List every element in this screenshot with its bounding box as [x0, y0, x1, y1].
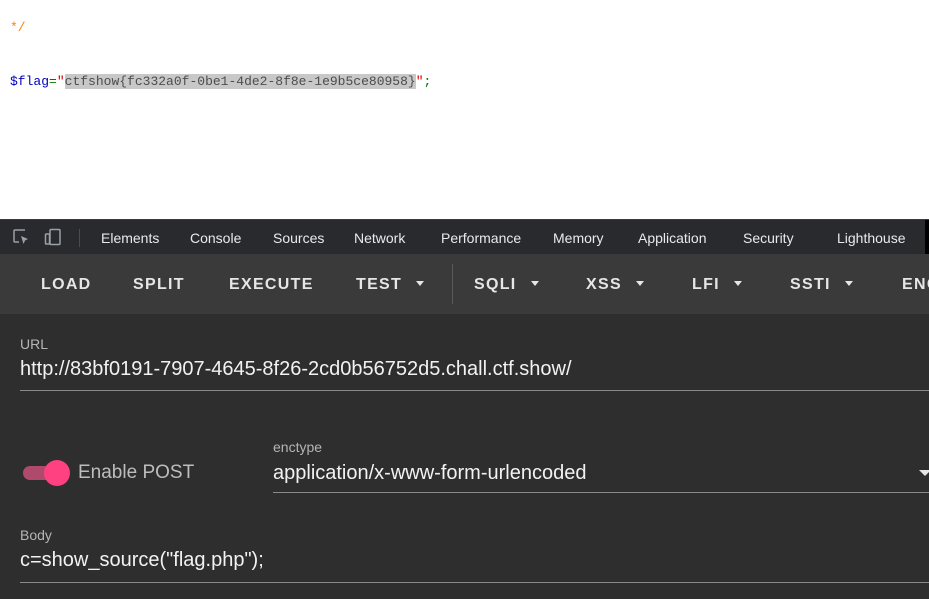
tab-elements[interactable]: Elements [101, 220, 159, 254]
url-underline [20, 390, 929, 391]
split-button-label: SPLIT [133, 276, 185, 293]
ssti-menu-label: SSTI [790, 276, 831, 293]
tab-memory[interactable]: Memory [553, 220, 604, 254]
url-input[interactable]: http://83bf0191-7907-4645-8f26-2cd0b5675… [20, 358, 572, 381]
load-button[interactable]: LOAD [41, 254, 92, 314]
url-label: URL [20, 336, 49, 352]
inspect-element-icon[interactable] [12, 228, 30, 246]
caret-down-icon [635, 281, 644, 286]
tab-lighthouse[interactable]: Lighthouse [837, 220, 906, 254]
tab-sources[interactable]: Sources [273, 220, 324, 254]
execute-button[interactable]: EXECUTE [229, 254, 314, 314]
caret-down-icon [733, 281, 742, 286]
caret-down-icon [530, 281, 539, 286]
split-button[interactable]: SPLIT [133, 254, 185, 314]
body-underline [20, 582, 929, 583]
enc-menu-label: ENC [902, 276, 929, 293]
caret-down-icon [416, 281, 425, 286]
tab-security[interactable]: Security [743, 220, 794, 254]
enctype-select[interactable]: application/x-www-form-urlencoded [273, 462, 586, 485]
source-comment-close: */ [10, 20, 26, 35]
flag-variable: $flag [10, 74, 50, 89]
toolbar-divider [452, 264, 453, 304]
tab-network[interactable]: Network [354, 220, 405, 254]
caret-down-icon [844, 281, 853, 286]
enctype-label: enctype [273, 439, 323, 455]
quote-open: " [56, 74, 65, 89]
toolbar-divider [79, 229, 80, 247]
flag-value-selected[interactable]: ctfshow{fc332a0f-0be1-4de2-8f8e-1e9b5ce8… [64, 74, 416, 89]
statement-semicolon: ; [423, 74, 432, 89]
page-source-view: */ $flag="ctfshow{fc332a0f-0be1-4de2-8f8… [0, 0, 929, 219]
test-menu-label: TEST [356, 276, 403, 293]
xss-menu-label: XSS [586, 276, 622, 293]
tab-application[interactable]: Application [638, 220, 707, 254]
load-button-label: LOAD [41, 276, 92, 293]
body-input[interactable]: c=show_source("flag.php"); [20, 549, 264, 572]
enable-post-toggle[interactable] [22, 460, 70, 486]
lfi-menu-label: LFI [692, 276, 720, 293]
test-menu-button[interactable]: TEST [356, 254, 425, 314]
device-toolbar-icon[interactable] [44, 228, 62, 246]
body-label: Body [20, 527, 52, 543]
enable-post-label[interactable]: Enable POST [78, 462, 194, 484]
sqli-menu-label: SQLI [474, 276, 517, 293]
enc-menu-button[interactable]: ENC [902, 254, 929, 314]
enctype-underline [273, 492, 929, 493]
sqli-menu-button[interactable]: SQLI [474, 254, 539, 314]
lfi-menu-button[interactable]: LFI [692, 254, 742, 314]
tab-performance[interactable]: Performance [441, 220, 521, 254]
tab-bar-overflow-edge [925, 220, 929, 254]
execute-button-label: EXECUTE [229, 276, 314, 293]
assign-operator: = [49, 74, 57, 89]
tab-console[interactable]: Console [190, 220, 241, 254]
flag-source-line: $flag="ctfshow{fc332a0f-0be1-4de2-8f8e-1… [10, 74, 431, 89]
dropdown-arrow-icon[interactable] [919, 470, 929, 476]
toggle-thumb [44, 460, 70, 486]
hackbar-panel: URL http://83bf0191-7907-4645-8f26-2cd0b… [0, 314, 929, 599]
hackbar-toolbar: LOAD SPLIT EXECUTE TEST SQLI XSS LFI SST… [0, 254, 929, 314]
devtools-tab-bar: Elements Console Sources Network Perform… [0, 219, 929, 254]
ssti-menu-button[interactable]: SSTI [790, 254, 853, 314]
quote-close: " [415, 74, 424, 89]
xss-menu-button[interactable]: XSS [586, 254, 644, 314]
